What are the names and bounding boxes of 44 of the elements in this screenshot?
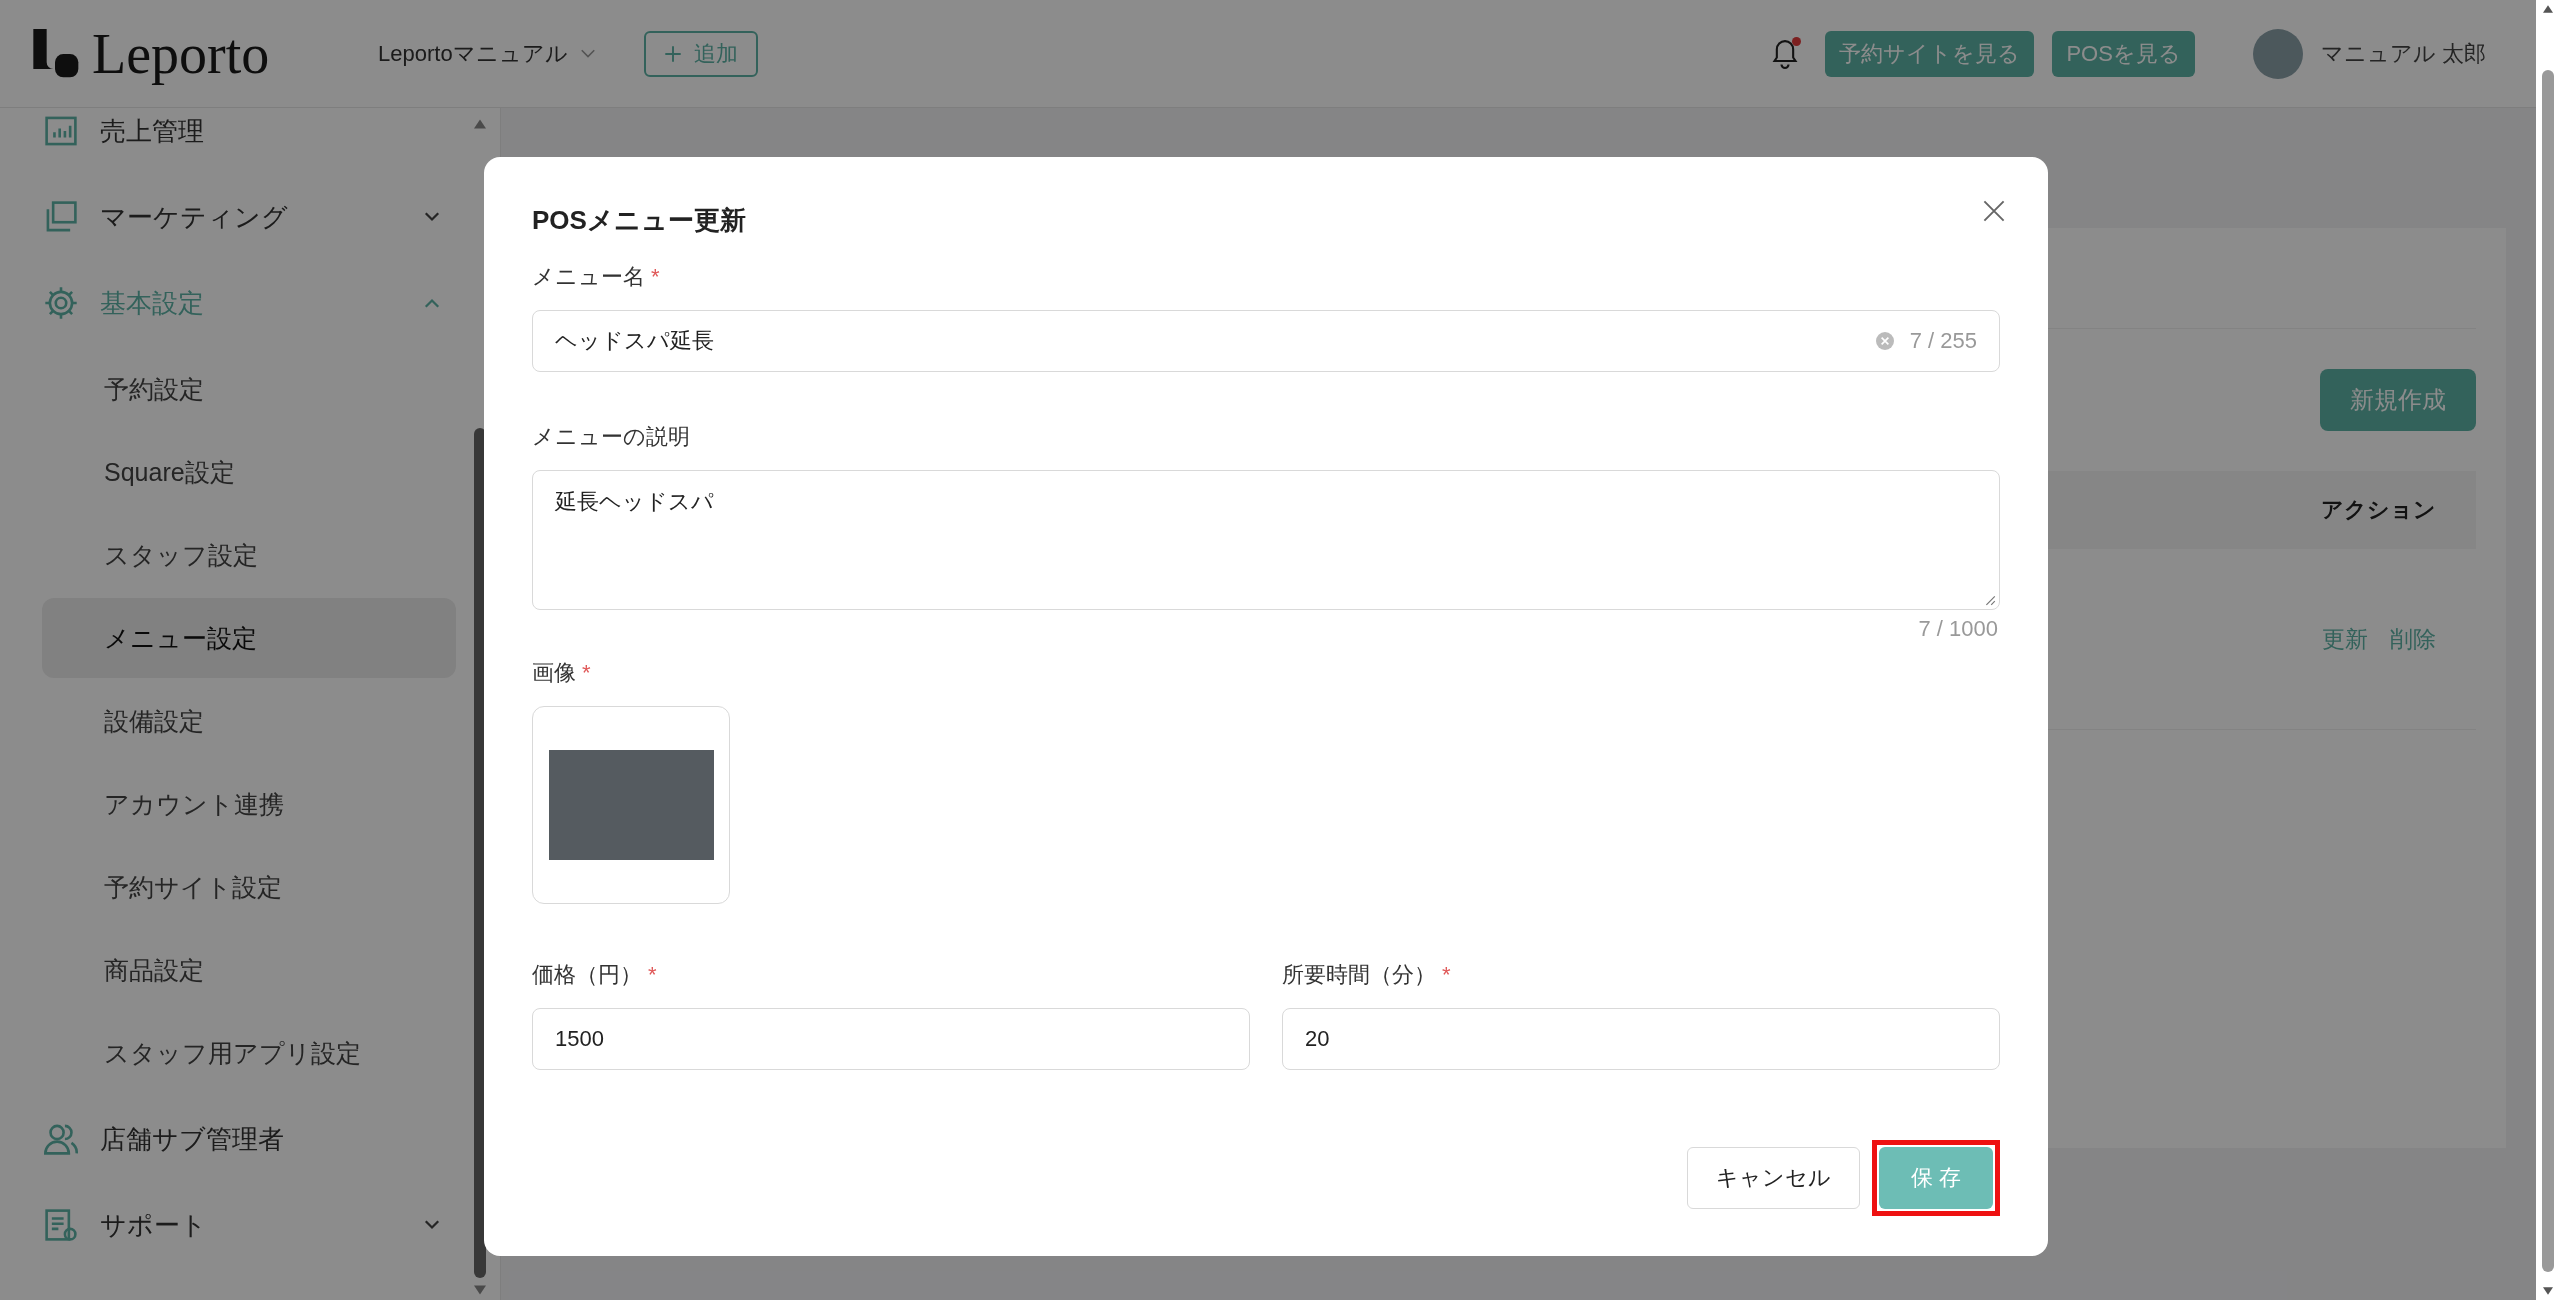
sidebar-icon	[44, 1122, 78, 1156]
sidebar-icon	[44, 286, 78, 320]
store-selector[interactable]: Leportoマニュアル	[368, 38, 606, 69]
field-label: メニューの説明	[532, 423, 691, 451]
sidebar-subitem[interactable]: メニュー設定	[42, 598, 456, 678]
column-header: アクション	[2321, 496, 2436, 524]
number-field[interactable]: 1500	[532, 1008, 1250, 1070]
sidebar-subitem[interactable]: スタッフ用アプリ設定	[42, 1013, 456, 1093]
number-field[interactable]: 20	[1282, 1008, 2000, 1070]
field-label: メニュー名 *	[532, 263, 661, 291]
menu-name-field[interactable]: ヘッドスパ延長 7 / 255	[532, 310, 2000, 372]
user-name: マニュアル 太郎	[2320, 39, 2486, 68]
chevron-down-icon	[579, 48, 596, 59]
description-field[interactable]: 延長ヘッドスパ	[532, 470, 2000, 610]
close-icon[interactable]	[1982, 199, 2006, 223]
sidebar-subitem[interactable]: スタッフ設定	[42, 515, 456, 595]
scroll-up-icon[interactable]	[2541, 4, 2555, 14]
field-label: 画像 *	[532, 659, 592, 687]
sidebar-subitem[interactable]: 予約設定	[42, 349, 456, 429]
sidebar-subitem[interactable]: 商品設定	[42, 930, 456, 1010]
sidebar-item[interactable]: マーケティング	[44, 174, 456, 260]
character-count: 7 / 255	[1909, 328, 1977, 354]
sidebar-subitem[interactable]: アカウント連携	[42, 764, 456, 844]
plus-icon	[663, 44, 682, 63]
sidebar-item[interactable]: 店舗サブ管理者	[44, 1096, 456, 1182]
field-label: 所要時間（分） *	[1282, 961, 1452, 989]
logo-text: Leporto	[92, 21, 270, 86]
sidebar-subitem[interactable]: Square設定	[42, 432, 456, 512]
scroll-down-icon[interactable]	[2541, 1286, 2555, 1296]
sidebar-subitem[interactable]: 予約サイト設定	[42, 847, 456, 927]
dialog-button[interactable]: キャンセル	[1686, 1147, 1860, 1209]
sidebar-item[interactable]: サポート	[44, 1182, 456, 1268]
logo-icon	[30, 28, 80, 79]
character-count: 7 / 1000	[1918, 616, 1998, 642]
sidebar-icon	[44, 200, 78, 234]
sidebar-icon	[44, 1208, 78, 1242]
resize-grip-icon[interactable]	[1984, 594, 1996, 606]
sidebar-icon	[44, 114, 78, 148]
image-upload-card[interactable]	[532, 706, 730, 904]
sidebar-subitem[interactable]: 設備設定	[42, 681, 456, 761]
sidebar-item[interactable]: 売上管理	[44, 108, 456, 174]
dialog-title: POSメニュー更新	[532, 204, 746, 237]
notification-bell-icon[interactable]	[1771, 36, 1800, 71]
field-label: 価格（円） *	[532, 961, 658, 989]
